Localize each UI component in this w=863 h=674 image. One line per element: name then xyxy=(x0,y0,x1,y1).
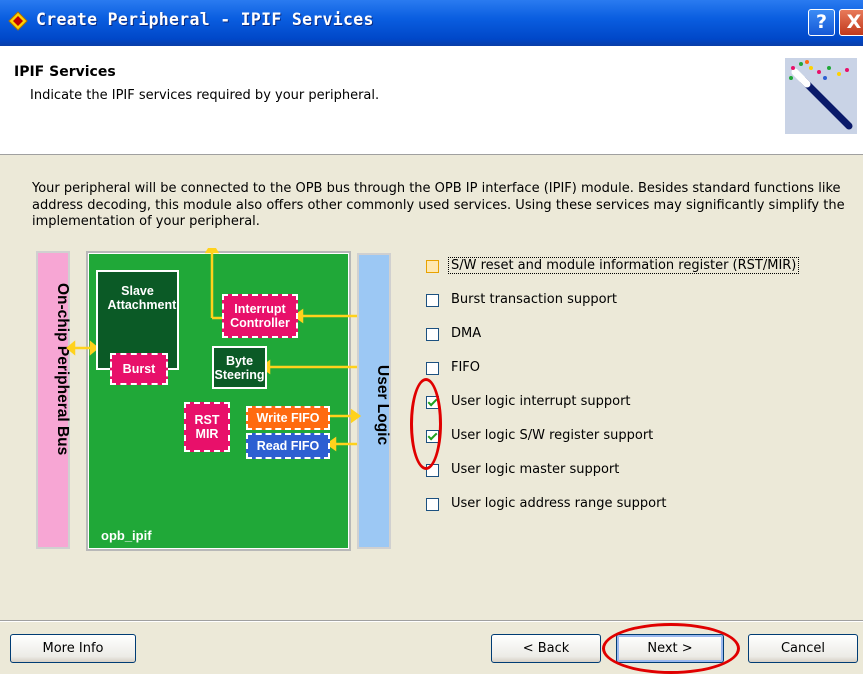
user-master-checkbox[interactable] xyxy=(426,464,439,477)
interrupt-controller-block: Interrupt Controller xyxy=(222,294,298,338)
fifo-checkbox[interactable] xyxy=(426,362,439,375)
description-text: Your peripheral will be connected to the… xyxy=(32,181,845,229)
cancel-button[interactable]: Cancel xyxy=(748,634,858,663)
window-title: Create Peripheral - IPIF Services xyxy=(36,10,374,29)
write-fifo-label: Write FIFO xyxy=(256,411,320,425)
close-button[interactable]: X xyxy=(839,9,863,36)
app-icon xyxy=(8,11,28,31)
footer-divider xyxy=(0,620,863,621)
back-button[interactable]: < Back xyxy=(491,634,601,663)
more-info-button[interactable]: More Info xyxy=(10,634,136,663)
page-subtitle: Indicate the IPIF services required by y… xyxy=(30,88,380,103)
help-button[interactable]: ? xyxy=(808,9,835,36)
option-label: User logic interrupt support xyxy=(451,394,631,409)
wizard-wand-icon xyxy=(785,58,857,134)
dialog-window: Create Peripheral - IPIF Services ? X IP… xyxy=(0,0,863,674)
burst-block: Burst xyxy=(110,353,168,385)
title-bar[interactable]: Create Peripheral - IPIF Services ? X xyxy=(0,0,863,46)
burst-checkbox[interactable] xyxy=(426,294,439,307)
user-sw-register-checkbox[interactable] xyxy=(426,430,439,443)
rst-mir-block: RST MIR xyxy=(184,402,230,452)
option-label: User logic master support xyxy=(451,462,620,477)
interrupt-controller-label: Interrupt Controller xyxy=(230,302,290,330)
read-fifo-block: Read FIFO xyxy=(246,433,330,459)
read-fifo-label: Read FIFO xyxy=(256,439,320,453)
byte-steering-block: Byte Steering xyxy=(212,346,267,389)
option-label: User logic address range support xyxy=(451,496,667,511)
user-address-range-checkbox[interactable] xyxy=(426,498,439,511)
dma-checkbox[interactable] xyxy=(426,328,439,341)
rst-mir-label: RST MIR xyxy=(194,413,220,441)
option-label: Burst transaction support xyxy=(451,292,617,307)
option-label: DMA xyxy=(451,326,482,341)
write-fifo-block: Write FIFO xyxy=(246,406,330,430)
user-interrupt-checkbox[interactable] xyxy=(426,396,439,409)
highlight-checkboxes-ellipse xyxy=(410,378,442,470)
ipif-diagram: On-chip Peripheral Bus User Logic Slave … xyxy=(34,248,394,556)
option-label: FIFO xyxy=(451,360,481,375)
next-button[interactable]: Next > xyxy=(616,634,724,663)
option-label: User logic S/W register support xyxy=(451,428,654,443)
opb-ipif-label: opb_ipif xyxy=(101,528,152,543)
slave-attachment-label: Slave Attachment xyxy=(107,284,177,312)
byte-steering-label: Byte Steering xyxy=(214,353,265,382)
wizard-header: IPIF Services Indicate the IPIF services… xyxy=(0,46,863,155)
rst-mir-checkbox[interactable] xyxy=(426,260,439,273)
page-title: IPIF Services xyxy=(14,64,116,80)
burst-label: Burst xyxy=(122,362,156,376)
option-label: S/W reset and module information registe… xyxy=(447,257,800,274)
